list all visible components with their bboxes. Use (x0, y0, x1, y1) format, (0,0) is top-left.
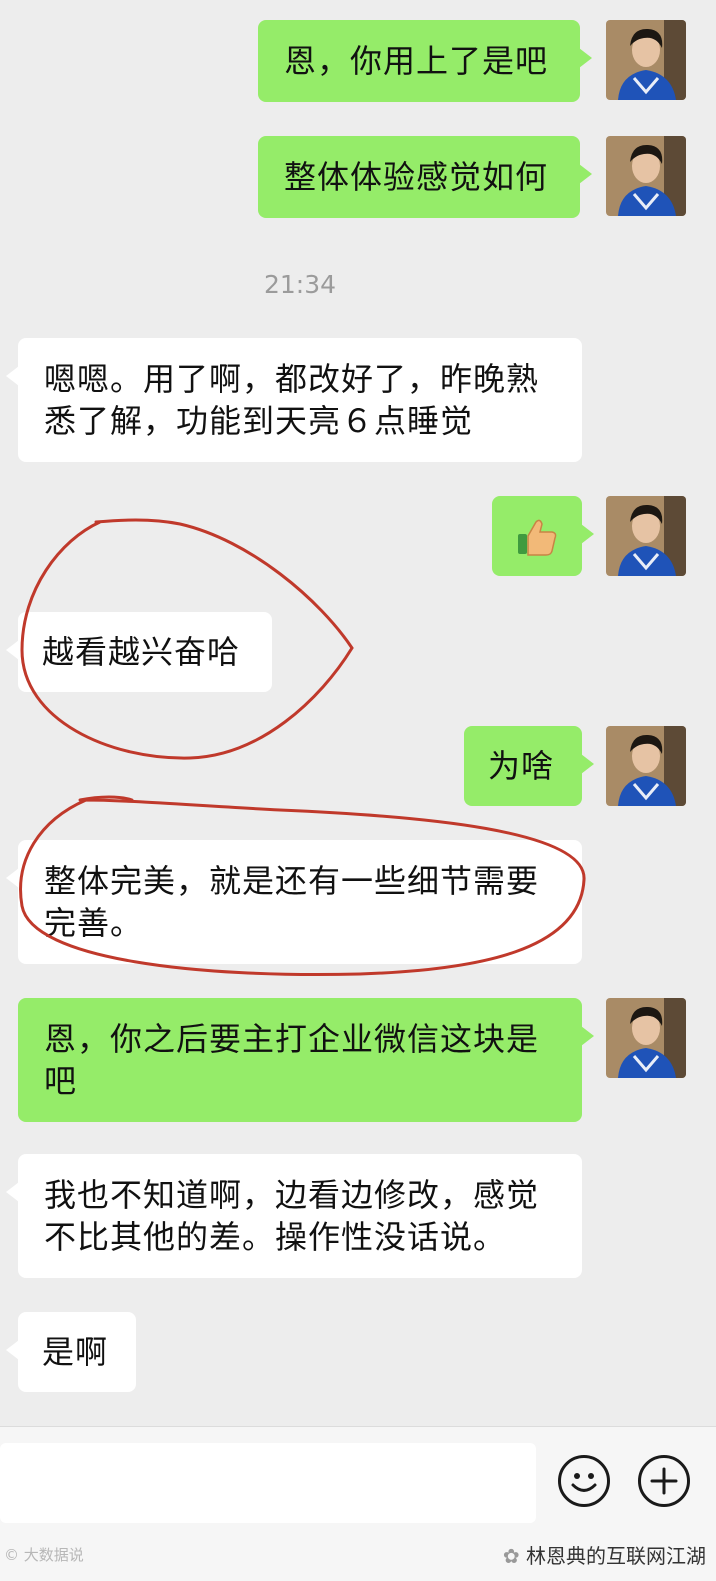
message-text: 恩，你用上了是吧 (284, 42, 549, 80)
avatar[interactable] (606, 496, 686, 576)
avatar[interactable] (606, 726, 686, 806)
chat-area: 恩，你用上了是吧 整体体验感觉如何 21:34 嗯嗯。用了啊，都改好了，昨晚熟悉… (0, 0, 716, 1426)
message-text: 整体完美，就是还有一些细节需要完善。 (44, 862, 540, 942)
message-bubble-sent[interactable]: 为啥 (464, 726, 594, 806)
timestamp: 21:34 (263, 270, 337, 299)
watermark-right-text: 林恩典的互联网江湖 (526, 1544, 706, 1568)
message-bubble-sent[interactable]: 恩，你之后要主打企业微信这块是吧 (18, 998, 594, 1122)
thumbs-up-icon (516, 516, 558, 558)
message-bubble-sent[interactable] (492, 496, 594, 576)
message-bubble-received[interactable]: 整体完美，就是还有一些细节需要完善。 (6, 840, 582, 964)
message-bubble-received[interactable]: 是啊 (6, 1312, 136, 1392)
avatar[interactable] (606, 998, 686, 1078)
message-input[interactable] (0, 1443, 536, 1523)
message-text: 是啊 (42, 1333, 109, 1371)
message-bubble-received[interactable]: 越看越兴奋哈 (6, 612, 272, 692)
message-bubble-received[interactable]: 嗯嗯。用了啊，都改好了，昨晚熟悉了解，功能到天亮６点睡觉 (6, 338, 582, 462)
message-text: 整体体验感觉如何 (284, 158, 549, 196)
watermark-left: © 大数据说 (4, 1544, 84, 1565)
message-bubble-received[interactable]: 我也不知道啊，边看边修改，感觉不比其他的差。操作性没话说。 (6, 1154, 582, 1278)
wechat-logo-icon: ✿ (502, 1544, 520, 1568)
plus-icon[interactable] (638, 1455, 690, 1507)
watermark-right: ✿ 林恩典的互联网江湖 (503, 1540, 706, 1569)
avatar[interactable] (606, 20, 686, 100)
avatar[interactable] (606, 136, 686, 216)
message-text: 我也不知道啊，边看边修改，感觉不比其他的差。操作性没话说。 (44, 1176, 540, 1256)
message-bubble-sent[interactable]: 整体体验感觉如何 (258, 136, 592, 218)
message-text: 恩，你之后要主打企业微信这块是吧 (44, 1020, 540, 1100)
message-text: 嗯嗯。用了啊，都改好了，昨晚熟悉了解，功能到天亮６点睡觉 (44, 360, 540, 440)
emoji-icon[interactable] (558, 1455, 610, 1507)
copyright-icon: © (4, 1546, 19, 1564)
message-text: 为啥 (488, 747, 555, 785)
message-bubble-sent[interactable]: 恩，你用上了是吧 (258, 20, 592, 102)
message-text: 越看越兴奋哈 (42, 633, 241, 671)
watermark-left-text: 大数据说 (23, 1546, 84, 1564)
